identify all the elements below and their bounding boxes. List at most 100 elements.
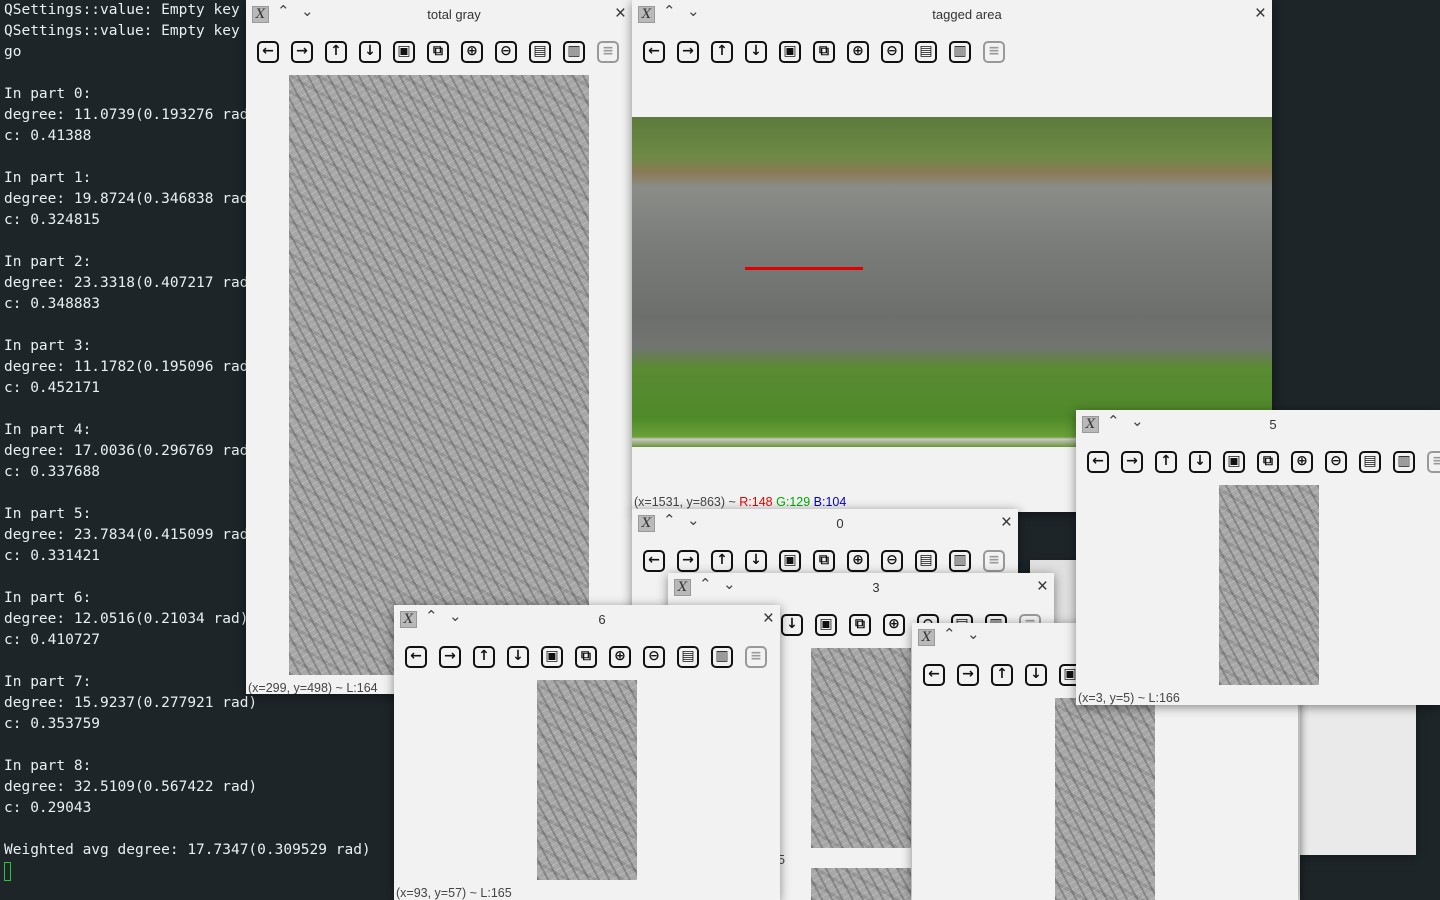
x-logo-icon: X [638, 515, 655, 532]
lower-icon[interactable]: ⌄ [967, 625, 980, 643]
pan-right-icon[interactable]: → [1121, 451, 1143, 473]
properties-icon[interactable]: ≡ [597, 41, 619, 63]
properties-icon[interactable]: ≡ [983, 550, 1005, 572]
pan-right-icon[interactable]: → [291, 41, 313, 63]
copy-clipboard-icon[interactable]: ▥ [949, 550, 971, 572]
pan-down-icon[interactable]: ↓ [1025, 664, 1047, 686]
zoom-in-icon[interactable]: ⊕ [847, 550, 869, 572]
zoom-image-icon[interactable]: ▣ [815, 614, 837, 636]
close-icon[interactable]: × [763, 608, 774, 630]
copy-clipboard-icon[interactable]: ▥ [563, 41, 585, 63]
zoom-image-icon[interactable]: ▣ [779, 550, 801, 572]
zoom-out-icon[interactable]: ⊖ [643, 646, 665, 668]
zoom-in-icon[interactable]: ⊕ [1291, 451, 1313, 473]
zoom-in-icon[interactable]: ⊕ [883, 614, 905, 636]
window-title: 5 [1269, 417, 1277, 432]
properties-icon[interactable]: ≡ [745, 646, 767, 668]
pan-down-icon[interactable]: ↓ [1189, 451, 1211, 473]
pan-down-icon[interactable]: ↓ [507, 646, 529, 668]
properties-icon[interactable]: ≡ [983, 41, 1005, 63]
close-icon[interactable]: × [1037, 576, 1048, 598]
window-blank-a[interactable] [1296, 690, 1416, 855]
titlebar[interactable]: X ⌃ ⌄ 0 × [632, 509, 1018, 538]
raise-icon[interactable]: ⌃ [663, 511, 676, 529]
close-icon[interactable]: × [1255, 3, 1266, 25]
pan-down-icon[interactable]: ↓ [745, 550, 767, 572]
zoom-in-icon[interactable]: ⊕ [847, 41, 869, 63]
pan-up-icon[interactable]: ↑ [711, 550, 733, 572]
image-view[interactable] [811, 648, 911, 848]
window-6[interactable]: X ⌃ ⌄ 6 × ← → ↑ ↓ ▣ ⧉ ⊕ ⊖ ▤ ▥ ≡ (x=93, y=57) ~ L:1… [394, 605, 780, 900]
copy-clipboard-icon[interactable]: ▥ [949, 41, 971, 63]
zoom-fit-icon[interactable]: ⧉ [813, 41, 835, 63]
image-view[interactable] [289, 75, 589, 675]
image-view-lower[interactable] [811, 868, 911, 900]
save-icon[interactable]: ▤ [529, 41, 551, 63]
pan-left-icon[interactable]: ← [405, 646, 427, 668]
pan-up-icon[interactable]: ↑ [991, 664, 1013, 686]
pan-up-icon[interactable]: ↑ [1155, 451, 1177, 473]
pan-up-icon[interactable]: ↑ [711, 41, 733, 63]
toolbar: ← → ↑ ↓ ▣ ⧉ ⊕ ⊖ ▤ ▥ ≡ [632, 29, 1272, 69]
image-view[interactable] [537, 680, 637, 880]
image-view[interactable] [1219, 485, 1319, 685]
zoom-out-icon[interactable]: ⊖ [881, 550, 903, 572]
zoom-in-icon[interactable]: ⊕ [609, 646, 631, 668]
zoom-out-icon[interactable]: ⊖ [881, 41, 903, 63]
pan-up-icon[interactable]: ↑ [473, 646, 495, 668]
copy-clipboard-icon[interactable]: ▥ [1393, 451, 1415, 473]
titlebar[interactable]: X ⌃ ⌄ 3 × [668, 573, 1054, 602]
save-icon[interactable]: ▤ [1359, 451, 1381, 473]
save-icon[interactable]: ▤ [915, 41, 937, 63]
image-view[interactable] [1055, 698, 1155, 900]
image-view[interactable] [632, 117, 1272, 447]
zoom-image-icon[interactable]: ▣ [541, 646, 563, 668]
pan-right-icon[interactable]: → [677, 41, 699, 63]
zoom-in-icon[interactable]: ⊕ [461, 41, 483, 63]
x-logo-icon: X [674, 579, 691, 596]
pan-down-icon[interactable]: ↓ [745, 41, 767, 63]
titlebar[interactable]: X ⌃ ⌄ tagged area × [632, 0, 1272, 29]
desktop: { "terminal": { "lines": [ "QSettings::v… [0, 0, 1440, 900]
pan-right-icon[interactable]: → [439, 646, 461, 668]
raise-icon[interactable]: ⌃ [425, 607, 438, 625]
pan-right-icon[interactable]: → [677, 550, 699, 572]
pan-left-icon[interactable]: ← [1087, 451, 1109, 473]
window-total-gray[interactable]: X ⌃ ⌄ total gray × ← → ↑ ↓ ▣ ⧉ ⊕ ⊖ ▤ ▥ ≡ (x=299, y… [246, 0, 632, 694]
status-bar: (x=1531, y=863) ~ R:148 G:129 B:104 [634, 495, 846, 509]
window-5[interactable]: X ⌃ ⌄ 5 ← → ↑ ↓ ▣ ⧉ ⊕ ⊖ ▤ ▥ ≡ (x=3, y=5) ~ L:166 [1076, 410, 1440, 705]
raise-icon[interactable]: ⌃ [663, 2, 676, 20]
copy-clipboard-icon[interactable]: ▥ [711, 646, 733, 668]
pan-up-icon[interactable]: ↑ [325, 41, 347, 63]
save-icon[interactable]: ▤ [915, 550, 937, 572]
pan-right-icon[interactable]: → [957, 664, 979, 686]
zoom-out-icon[interactable]: ⊖ [1325, 451, 1347, 473]
save-icon[interactable]: ▤ [677, 646, 699, 668]
zoom-out-icon[interactable]: ⊖ [495, 41, 517, 63]
pan-left-icon[interactable]: ← [643, 41, 665, 63]
zoom-fit-icon[interactable]: ⧉ [427, 41, 449, 63]
tagged-line [745, 267, 863, 270]
pan-left-icon[interactable]: ← [923, 664, 945, 686]
raise-icon[interactable]: ⌃ [277, 2, 290, 20]
properties-icon[interactable]: ≡ [1427, 451, 1440, 473]
close-icon[interactable]: × [1001, 512, 1012, 534]
raise-icon[interactable]: ⌃ [943, 625, 956, 643]
zoom-fit-icon[interactable]: ⧉ [1257, 451, 1279, 473]
zoom-fit-icon[interactable]: ⧉ [575, 646, 597, 668]
toolbar: ← → ↑ ↓ ▣ ⧉ ⊕ ⊖ ▤ ▥ ≡ [632, 538, 1018, 578]
zoom-image-icon[interactable]: ▣ [393, 41, 415, 63]
raise-icon[interactable]: ⌃ [699, 575, 712, 593]
zoom-image-icon[interactable]: ▣ [779, 41, 801, 63]
zoom-fit-icon[interactable]: ⧉ [813, 550, 835, 572]
close-icon[interactable]: × [615, 3, 626, 25]
titlebar[interactable]: X ⌃ ⌄ total gray × [246, 0, 632, 29]
titlebar[interactable]: X ⌃ ⌄ 5 [1076, 410, 1440, 439]
pan-left-icon[interactable]: ← [257, 41, 279, 63]
titlebar[interactable]: X ⌃ ⌄ 6 × [394, 605, 780, 634]
pan-down-icon[interactable]: ↓ [359, 41, 381, 63]
zoom-fit-icon[interactable]: ⧉ [849, 614, 871, 636]
pan-down-icon[interactable]: ↓ [781, 614, 803, 636]
zoom-image-icon[interactable]: ▣ [1223, 451, 1245, 473]
pan-left-icon[interactable]: ← [643, 550, 665, 572]
